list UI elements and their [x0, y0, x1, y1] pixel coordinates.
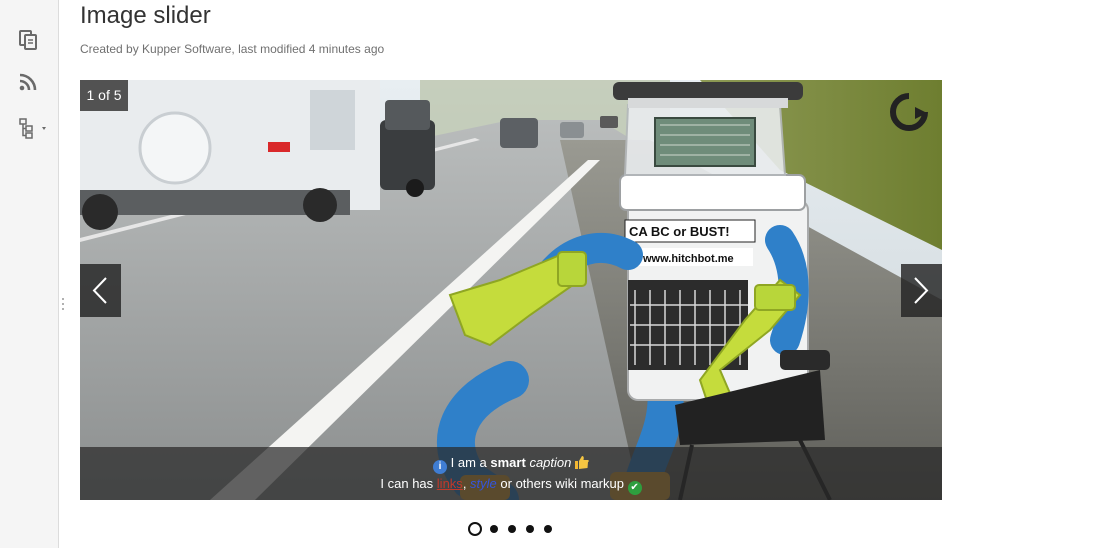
slide-dot-3[interactable]	[508, 525, 516, 533]
chevron-down-icon	[42, 127, 46, 130]
chevron-left-icon	[92, 277, 107, 304]
caption-text: I am a	[450, 455, 487, 470]
check-icon: ✔	[627, 481, 642, 495]
sign-text-2: www.hitchbot.me	[642, 253, 734, 265]
slide-dot-5[interactable]	[544, 525, 552, 533]
slide-counter: 1 of 5	[80, 80, 128, 111]
caption-line-1: i I am a smart caption	[80, 455, 942, 474]
thumbs-up-icon	[574, 456, 589, 469]
previous-slide-button[interactable]	[80, 264, 121, 317]
slide-caption: i I am a smart caption I can has links, …	[80, 447, 942, 500]
sign-text-1: CA BC or BUST!	[629, 224, 730, 239]
page-byline: Created by Kupper Software, last modifie…	[80, 42, 385, 56]
caption-style: style	[470, 476, 497, 491]
caption-italic: caption	[529, 455, 572, 470]
caption-separator: ,	[462, 476, 471, 491]
chevron-right-icon	[914, 277, 929, 304]
image-slider: CA BC or BUST! www.hitchbot.me 1 of 5 i …	[80, 80, 942, 500]
rss-feed-icon[interactable]	[16, 70, 40, 94]
caption-link[interactable]: links	[437, 476, 463, 491]
slide-dot-1[interactable]	[468, 522, 482, 536]
caption-text-2: I can has	[380, 476, 434, 491]
page-title: Image slider	[80, 2, 211, 29]
caption-bold: smart	[490, 455, 526, 470]
caption-line-2: I can has links, style or others wiki ma…	[80, 476, 942, 495]
slide-image: CA BC or BUST! www.hitchbot.me	[80, 80, 942, 500]
page-tree-icon[interactable]	[16, 116, 52, 140]
left-sidebar	[0, 0, 59, 548]
slide-dot-2[interactable]	[490, 525, 498, 533]
info-icon: i	[433, 460, 448, 474]
sidebar-resize-handle[interactable]	[60, 296, 66, 312]
caption-text-3: or others wiki markup	[500, 476, 624, 491]
pages-icon[interactable]	[16, 28, 40, 52]
slide-dot-4[interactable]	[526, 525, 534, 533]
next-slide-button[interactable]	[901, 264, 942, 317]
